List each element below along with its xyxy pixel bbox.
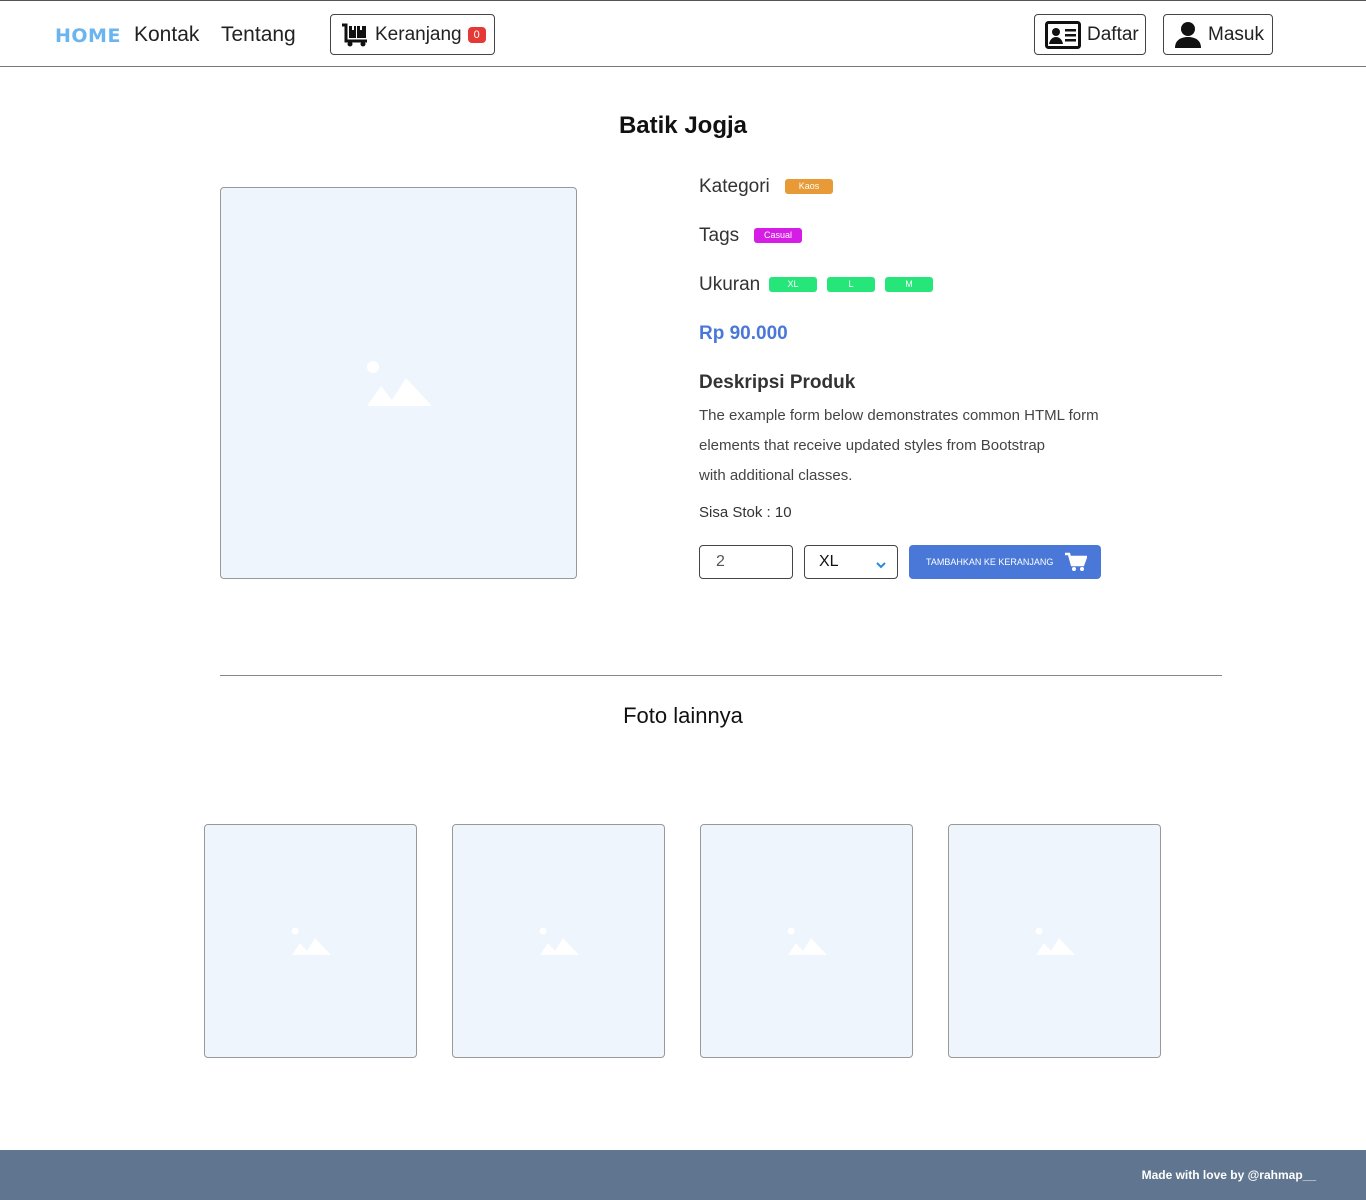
image-placeholder-icon — [787, 927, 827, 955]
description-line: elements that receive updated styles fro… — [699, 437, 1046, 454]
gallery-thumbnail[interactable] — [204, 824, 417, 1058]
image-placeholder-icon — [291, 927, 331, 955]
product-title: Batik Jogja — [618, 112, 748, 139]
add-to-cart-label: TAMBAHKAN KE KERANJANG — [926, 557, 1054, 567]
stock-text: Sisa Stok : 10 — [699, 504, 792, 521]
cart-button[interactable]: Keranjang 0 — [330, 14, 495, 55]
image-placeholder-icon — [366, 361, 432, 406]
product-price: Rp 90.000 — [699, 323, 788, 344]
gallery-thumbnail[interactable] — [948, 824, 1161, 1058]
description-title: Deskripsi Produk — [699, 372, 856, 393]
footer: Made with love by @rahmap__ — [0, 1150, 1366, 1200]
quantity-input[interactable] — [699, 545, 793, 579]
masuk-button[interactable]: Masuk — [1163, 14, 1273, 55]
nav-home-link[interactable]: HOME — [55, 25, 121, 47]
masuk-label: Masuk — [1208, 23, 1264, 45]
tags-label: Tags — [699, 225, 740, 246]
shopping-cart-icon — [1065, 552, 1088, 574]
product-main-image — [220, 187, 577, 579]
gallery-thumbnail[interactable] — [452, 824, 665, 1058]
add-to-cart-button[interactable]: TAMBAHKAN KE KERANJANG — [909, 545, 1101, 579]
nav-tentang-link[interactable]: Tentang — [221, 23, 296, 47]
chevron-down-icon — [875, 557, 887, 575]
cart-dolly-icon — [341, 23, 369, 47]
kategori-badge: Kaos — [785, 179, 833, 194]
product-page: HOME Kontak Tentang Keranjang 0 Daftar M… — [0, 0, 1366, 1200]
user-icon — [1174, 21, 1202, 49]
image-placeholder-icon — [539, 927, 579, 955]
section-divider — [220, 675, 1222, 676]
size-badge-xl: XL — [769, 277, 817, 292]
id-card-icon — [1045, 20, 1081, 49]
nav-kontak-link[interactable]: Kontak — [134, 23, 199, 47]
cart-count-badge: 0 — [467, 26, 486, 43]
description-line: with additional classes. — [699, 467, 853, 484]
gallery-thumbnail[interactable] — [700, 824, 913, 1058]
cart-label: Keranjang — [375, 23, 462, 45]
ukuran-label: Ukuran — [699, 274, 761, 295]
size-select-value: XL — [819, 553, 839, 570]
daftar-label: Daftar — [1087, 23, 1139, 45]
kategori-label: Kategori — [699, 176, 770, 197]
size-badge-l: L — [827, 277, 875, 292]
size-select[interactable]: XL — [804, 545, 898, 579]
navbar: HOME Kontak Tentang Keranjang 0 Daftar M… — [0, 0, 1366, 67]
gallery-title: Foto lainnya — [623, 703, 743, 728]
daftar-button[interactable]: Daftar — [1034, 14, 1146, 55]
size-badge-m: M — [885, 277, 933, 292]
footer-text: Made with love by @rahmap__ — [1141, 1168, 1316, 1182]
image-placeholder-icon — [1035, 927, 1075, 955]
tag-badge: Casual — [754, 228, 802, 243]
description-line: The example form below demonstrates comm… — [699, 407, 1099, 424]
